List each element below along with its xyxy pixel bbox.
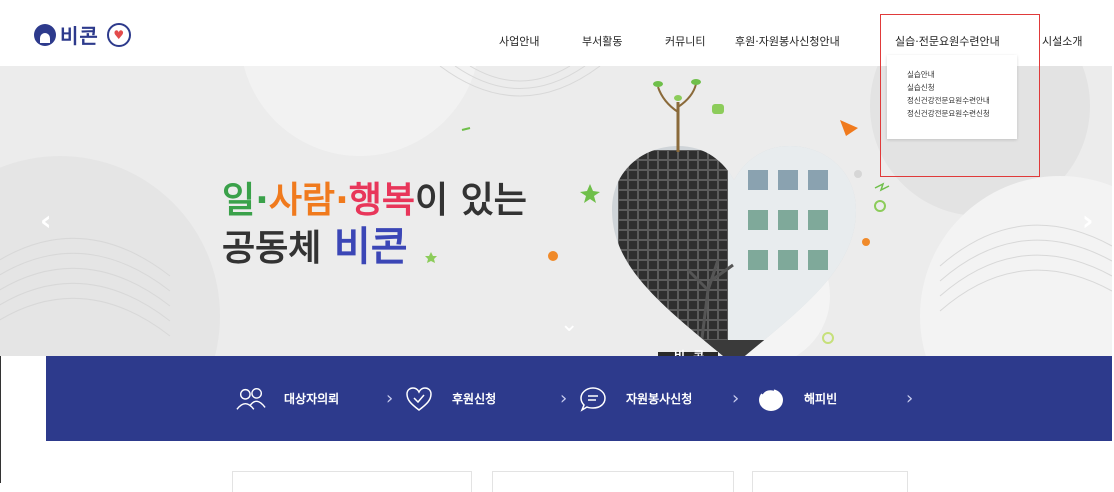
people-icon bbox=[236, 384, 266, 414]
building-heart-image bbox=[612, 146, 856, 356]
nav-item-community[interactable]: 커뮤니티 bbox=[665, 33, 705, 49]
hero-line2-brand: 비콘 bbox=[333, 224, 408, 270]
hero-word-haengbok: 행복 bbox=[348, 180, 415, 221]
separator-chevron-icon: › bbox=[386, 388, 394, 409]
nav-item-department[interactable]: 부서활동 bbox=[582, 33, 622, 49]
hero-dot-2: · bbox=[335, 180, 349, 221]
dropdown-item-training-apply[interactable]: 실습신청 bbox=[887, 81, 1017, 94]
happybean-icon bbox=[756, 384, 786, 414]
quick-item-referral[interactable]: 대상자의뢰 bbox=[236, 356, 339, 441]
quick-menu-bar: 대상자의뢰 › 후원신청 › 자원봉사신청 › 해피빈 › bbox=[46, 356, 1112, 441]
nav-item-training[interactable]: 실습·전문요원수련안내 bbox=[895, 33, 1000, 49]
next-slide-arrow-icon[interactable]: › bbox=[1082, 204, 1094, 237]
main-nav: 사업안내 부서활동 커뮤니티 후원·자원봉사신청안내 실습·전문요원수련안내 시… bbox=[0, 33, 1114, 49]
dropdown-item-training-guide[interactable]: 실습안내 bbox=[887, 68, 1017, 81]
training-dropdown-menu: 실습안내 실습신청 정신건강전문요원수련안내 정신건강전문요원수련신청 bbox=[887, 55, 1017, 139]
hero-headline: 일·사람·행복이 있는 공동체 비콘 bbox=[222, 178, 527, 272]
nav-item-business[interactable]: 사업안내 bbox=[499, 33, 539, 49]
nav-item-facility[interactable]: 시설소개 bbox=[1042, 33, 1082, 49]
hero-dot-1: · bbox=[255, 180, 269, 221]
quick-item-happybean-label: 해피빈 bbox=[804, 392, 838, 406]
sprout-icon bbox=[653, 79, 701, 152]
hero-line2-prefix: 공동체 bbox=[222, 228, 334, 269]
dropdown-item-specialist-guide[interactable]: 정신건강전문요원수련안내 bbox=[887, 94, 1017, 107]
heart-check-icon bbox=[404, 384, 434, 414]
hero-rest-line1: 이 있는 bbox=[415, 180, 527, 221]
hero-word-il: 일 bbox=[222, 180, 256, 221]
dropdown-item-specialist-apply[interactable]: 정신건강전문요원수련신청 bbox=[887, 107, 1017, 120]
hero-heart-photo: 비 콘 bbox=[608, 79, 860, 356]
quick-item-referral-label: 대상자의뢰 bbox=[284, 392, 340, 406]
quick-item-happybean[interactable]: 해피빈 bbox=[756, 356, 837, 441]
content-card-2[interactable] bbox=[492, 471, 734, 492]
hero-headline-line2: 공동체 비콘 bbox=[222, 224, 527, 272]
building-sign-text: 비 콘 bbox=[674, 349, 707, 356]
content-card-1[interactable] bbox=[232, 471, 472, 492]
quick-item-donation-label: 후원신청 bbox=[452, 392, 497, 406]
quick-item-donation[interactable]: 후원신청 bbox=[404, 356, 496, 441]
hero-word-saram: 사람 bbox=[268, 180, 336, 221]
separator-chevron-icon: › bbox=[732, 388, 740, 409]
quick-item-volunteer[interactable]: 자원봉사신청 bbox=[578, 356, 692, 441]
nav-item-support[interactable]: 후원·자원봉사신청안내 bbox=[735, 33, 840, 49]
content-card-3[interactable] bbox=[752, 471, 908, 492]
scroll-down-icon[interactable]: ⌄ bbox=[560, 312, 578, 337]
quick-item-volunteer-label: 자원봉사신청 bbox=[626, 392, 693, 406]
chat-icon bbox=[578, 384, 608, 414]
prev-slide-arrow-icon[interactable]: ‹ bbox=[40, 204, 52, 237]
hero-headline-line1: 일·사람·행복이 있는 bbox=[222, 178, 527, 224]
separator-chevron-icon: › bbox=[560, 388, 568, 409]
separator-chevron-icon: › bbox=[906, 388, 914, 409]
